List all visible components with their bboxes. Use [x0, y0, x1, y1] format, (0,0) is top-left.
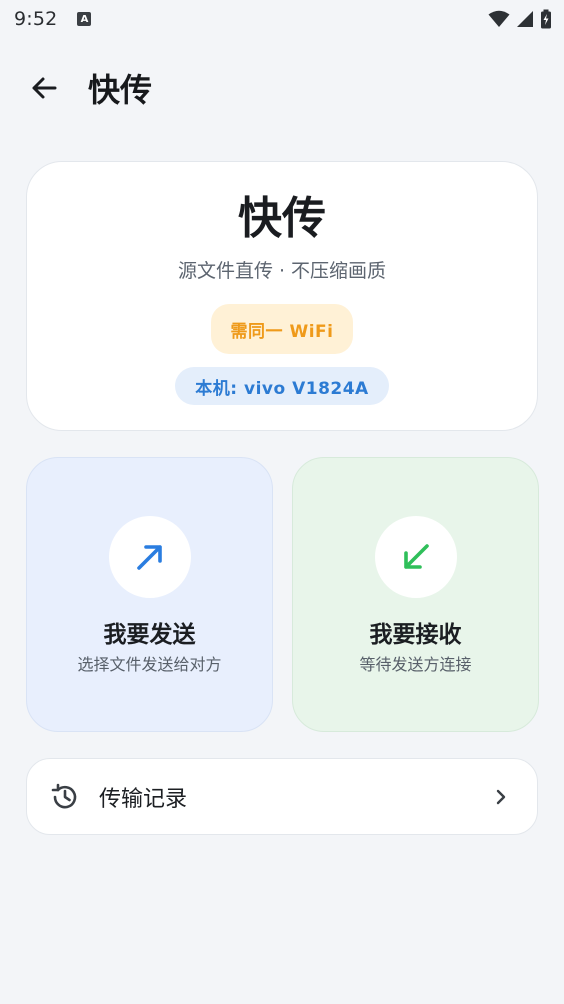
wifi-icon [488, 10, 510, 27]
status-time: 9:52 [14, 8, 58, 30]
device-name-badge: 本机: vivo V1824A [175, 367, 389, 405]
signal-icon [517, 11, 533, 27]
hero-card: 快传 源文件直传 · 不压缩画质 需同一 WiFi 本机: vivo V1824… [26, 161, 538, 431]
wifi-requirement-badge: 需同一 WiFi [210, 304, 354, 354]
history-label: 传输记录 [99, 786, 188, 812]
receive-icon-circle [374, 516, 457, 598]
receive-card[interactable]: 我要接收 等待发送方连接 [292, 457, 539, 732]
arrow-down-left-icon [403, 544, 429, 569]
send-icon-circle [108, 516, 191, 598]
battery-icon [541, 9, 551, 29]
hero-subtitle: 源文件直传 · 不压缩画质 [177, 260, 387, 282]
arrow-up-right-icon [136, 545, 162, 570]
send-card[interactable]: 我要发送 选择文件发送给对方 [26, 457, 273, 732]
arrow-left-icon [32, 77, 57, 99]
notification-icon: A [77, 12, 92, 26]
app-bar: 快传 [0, 58, 564, 118]
page-title: 快传 [88, 71, 153, 109]
hero-title: 快传 [238, 193, 326, 244]
chevron-right-icon [491, 787, 511, 807]
receive-title: 我要接收 [369, 622, 462, 648]
history-icon [49, 781, 81, 813]
back-button[interactable] [24, 68, 64, 108]
receive-subtitle: 等待发送方连接 [359, 655, 472, 674]
send-subtitle: 选择文件发送给对方 [77, 655, 222, 674]
send-title: 我要发送 [103, 622, 196, 648]
status-bar: 9:52 A [0, 0, 564, 38]
status-icons [488, 9, 552, 29]
transfer-history-button[interactable]: 传输记录 [26, 758, 538, 835]
